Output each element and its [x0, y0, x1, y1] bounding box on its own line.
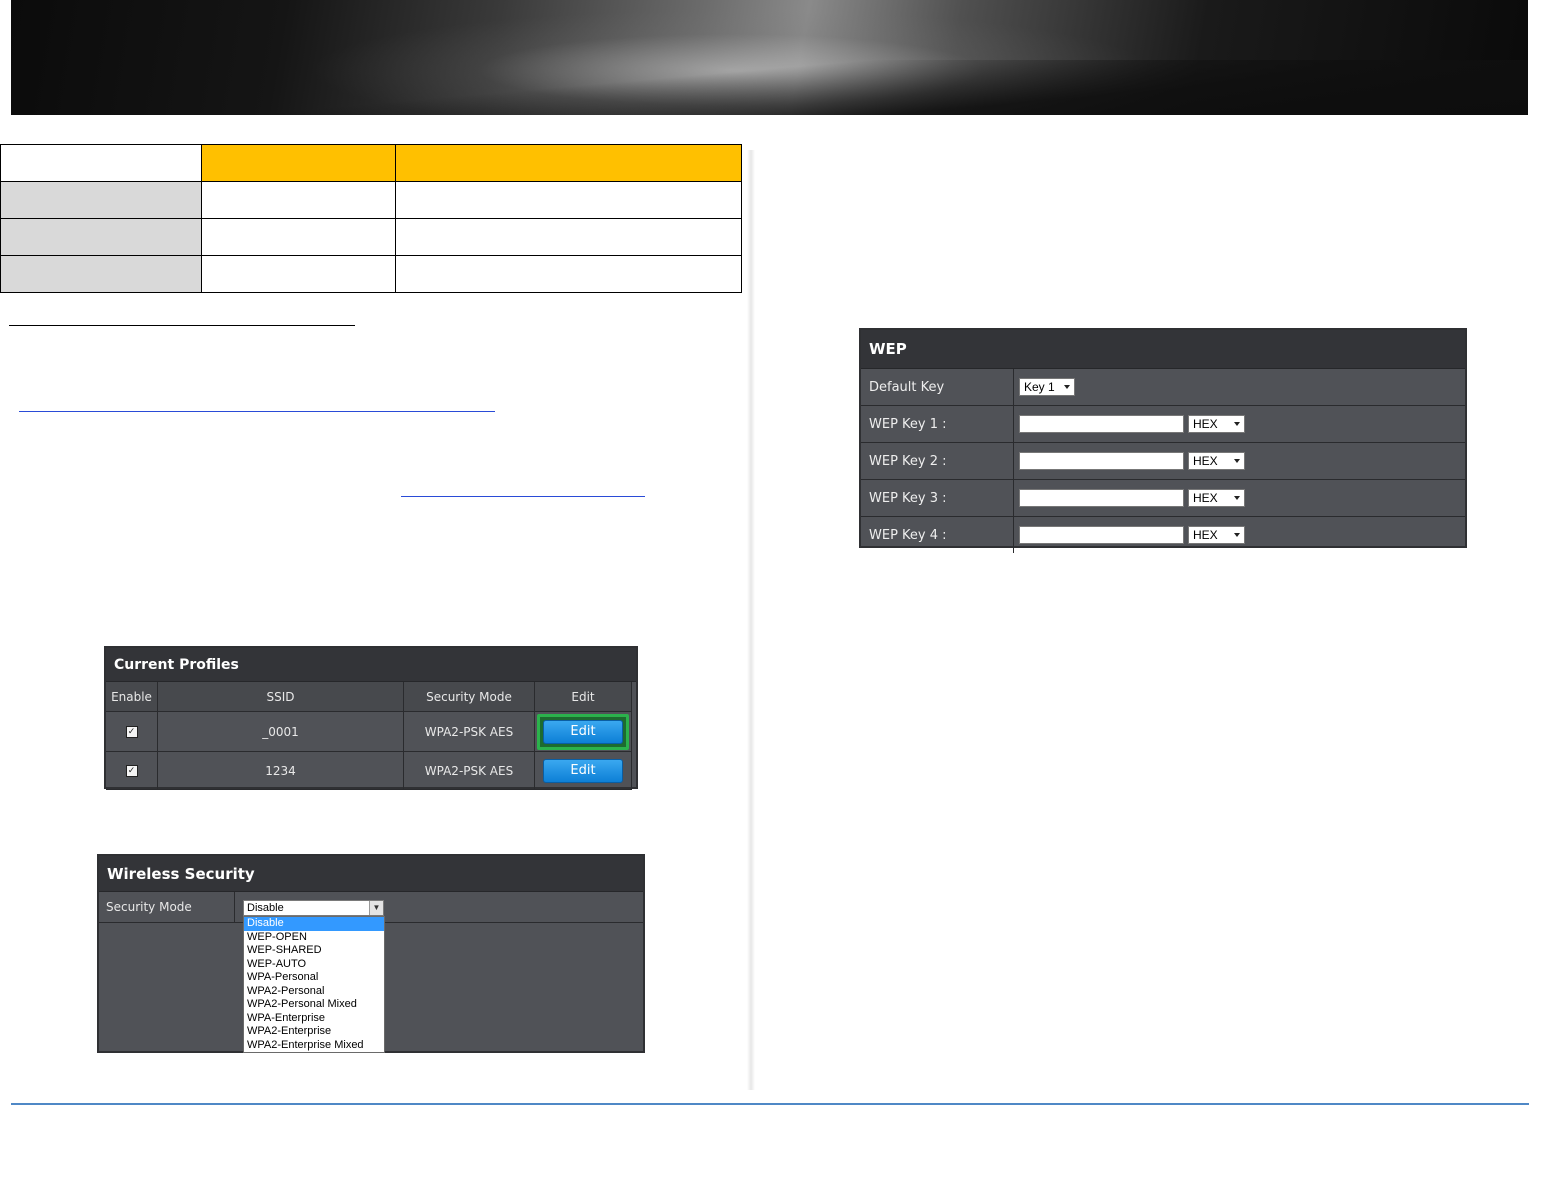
security-mode-selected: Disable	[247, 902, 284, 914]
chevron-down-icon	[1234, 533, 1240, 537]
spec-cell	[201, 255, 396, 293]
option-wpa2-enterprise-mixed[interactable]: WPA2-Enterprise Mixed	[244, 1039, 384, 1053]
spec-table-row	[0, 181, 742, 219]
wireless-security-title: Wireless Security	[99, 856, 643, 892]
default-key-value: Key 1	[1024, 380, 1055, 394]
spec-cell	[395, 255, 742, 293]
wep-key-format-value: HEX	[1193, 417, 1218, 431]
option-wpa2-personal[interactable]: WPA2-Personal	[244, 985, 384, 999]
security-mode-cell: WPA2-PSK AES	[404, 752, 535, 790]
chevron-down-icon	[1234, 496, 1240, 500]
spec-table-row	[0, 218, 742, 256]
ssid-cell: 1234	[158, 752, 404, 790]
spec-cell	[0, 181, 202, 219]
edit-cell: Edit	[535, 712, 632, 752]
default-key-select[interactable]: Key 1	[1019, 378, 1075, 396]
ssid-cell: _0001	[158, 712, 404, 752]
wep-key-label: WEP Key 3 :	[861, 480, 1014, 516]
chevron-down-icon	[1234, 459, 1240, 463]
security-mode-cell: WPA2-PSK AES	[404, 712, 535, 752]
current-profiles-panel: Current Profiles Enable SSID Security Mo…	[104, 646, 638, 790]
default-key-row: Default Key Key 1	[861, 369, 1465, 406]
wep-title: WEP	[861, 330, 1465, 369]
edit-button[interactable]: Edit	[543, 719, 623, 744]
option-wpa2-enterprise[interactable]: WPA2-Enterprise	[244, 1025, 384, 1039]
security-mode-label: Security Mode	[99, 892, 235, 922]
enable-checkbox[interactable]: ✓	[125, 725, 138, 738]
wep-key-format-select[interactable]: HEX	[1188, 415, 1245, 433]
wep-key-format-select[interactable]: HEX	[1188, 452, 1245, 470]
option-wep-shared[interactable]: WEP-SHARED	[244, 944, 384, 958]
wep-key-format-select[interactable]: HEX	[1188, 489, 1245, 507]
wireless-security-panel: Wireless Security Security Mode Disable …	[97, 854, 645, 1053]
option-wpa2-personal-mixed[interactable]: WPA2-Personal Mixed	[244, 998, 384, 1012]
current-profiles-title: Current Profiles	[106, 648, 636, 682]
wep-key-input[interactable]	[1019, 526, 1184, 544]
spec-cell	[395, 144, 742, 182]
wep-key-row: WEP Key 1 : HEX	[861, 406, 1465, 443]
footer-rule	[11, 1103, 1529, 1105]
wep-key-label: WEP Key 4 :	[861, 517, 1014, 553]
spec-table-row	[0, 255, 742, 293]
edit-highlight: Edit	[537, 713, 629, 750]
option-wep-open[interactable]: WEP-OPEN	[244, 931, 384, 945]
security-mode-select[interactable]: Disable ▼	[243, 900, 384, 916]
option-disable[interactable]: Disable	[244, 917, 384, 931]
spec-cell	[395, 218, 742, 256]
wep-key-format-value: HEX	[1193, 528, 1218, 542]
wep-key-row: WEP Key 3 : HEX	[861, 480, 1465, 517]
column-header-edit: Edit	[535, 682, 632, 712]
enable-cell: ✓	[106, 712, 158, 752]
spec-cell	[0, 218, 202, 256]
edit-button[interactable]: Edit	[543, 758, 623, 783]
profiles-table: Enable SSID Security Mode Edit ✓ _0001 W…	[106, 682, 636, 790]
spec-table	[0, 144, 742, 293]
spec-cell	[0, 144, 202, 182]
header-banner	[11, 0, 1528, 115]
wep-key-input[interactable]	[1019, 452, 1184, 470]
link-underline[interactable]	[19, 411, 495, 412]
option-wpa-enterprise[interactable]: WPA-Enterprise	[244, 1012, 384, 1026]
edit-cell: Edit	[535, 752, 632, 790]
option-wep-auto[interactable]: WEP-AUTO	[244, 958, 384, 972]
column-header-security-mode: Security Mode	[404, 682, 535, 712]
wep-key-label: WEP Key 2 :	[861, 443, 1014, 479]
wep-key-format-value: HEX	[1193, 454, 1218, 468]
security-mode-options: Disable WEP-OPEN WEP-SHARED WEP-AUTO WPA…	[243, 916, 385, 1053]
chevron-down-icon	[1064, 385, 1070, 389]
spec-cell	[395, 181, 742, 219]
wep-key-input[interactable]	[1019, 415, 1184, 433]
chevron-down-icon	[1234, 422, 1240, 426]
section-underline	[9, 325, 355, 326]
wep-key-label: WEP Key 1 :	[861, 406, 1014, 442]
wep-key-row: WEP Key 4 : HEX	[861, 517, 1465, 553]
enable-cell: ✓	[106, 752, 158, 790]
option-wpa-personal[interactable]: WPA-Personal	[244, 971, 384, 985]
column-divider	[747, 150, 755, 1090]
default-key-label: Default Key	[861, 369, 1014, 405]
link-underline[interactable]	[401, 496, 645, 497]
wep-key-row: WEP Key 2 : HEX	[861, 443, 1465, 480]
column-header-enable: Enable	[106, 682, 158, 712]
wep-key-input[interactable]	[1019, 489, 1184, 507]
enable-checkbox[interactable]: ✓	[125, 764, 138, 777]
spec-table-header-row	[0, 144, 742, 182]
column-header-ssid: SSID	[158, 682, 404, 712]
spec-cell	[0, 255, 202, 293]
wep-key-format-value: HEX	[1193, 491, 1218, 505]
wep-key-format-select[interactable]: HEX	[1188, 526, 1245, 544]
spec-cell	[201, 144, 396, 182]
wep-panel: WEP Default Key Key 1 WEP Key 1 : HEX WE…	[859, 328, 1467, 553]
chevron-down-icon[interactable]: ▼	[369, 901, 383, 915]
spec-cell	[201, 218, 396, 256]
spec-cell	[201, 181, 396, 219]
